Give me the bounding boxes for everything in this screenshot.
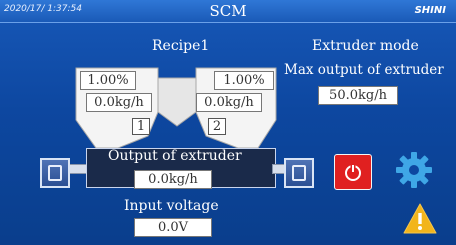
hopper-1-percent[interactable]: 1.00% <box>80 71 136 90</box>
output-value: 0.0kg/h <box>134 170 212 189</box>
input-voltage-value: 0.0V <box>134 218 212 237</box>
hopper-merge-shape <box>157 77 197 127</box>
hopper-1-rate: 0.0kg/h <box>86 93 152 112</box>
input-voltage-label: Input voltage <box>124 198 219 214</box>
max-output-value[interactable]: 50.0kg/h <box>318 86 398 105</box>
hopper-graphic <box>75 67 277 149</box>
power-icon <box>345 164 361 181</box>
gear-icon[interactable] <box>394 150 434 190</box>
hopper-2-percent[interactable]: 1.00% <box>214 71 274 90</box>
output-label: Output of extruder <box>108 148 242 164</box>
extruder-motor-left <box>40 158 70 188</box>
power-button[interactable] <box>334 154 372 190</box>
warning-icon[interactable] <box>402 202 438 236</box>
hopper-1-number[interactable]: 1 <box>132 118 150 135</box>
recipe-label: Recipe1 <box>152 38 210 54</box>
extruder-die-right <box>284 158 314 188</box>
extruder-mode-label[interactable]: Extruder mode <box>312 38 419 54</box>
hmi-screen: 2020/17/ 1:37:54 SCM SHINI Recipe1 1.00%… <box>0 0 456 245</box>
hopper-2-number[interactable]: 2 <box>208 118 226 135</box>
max-output-label: Max output of extruder <box>284 62 444 78</box>
hopper-2-rate: 0.0kg/h <box>196 93 262 112</box>
